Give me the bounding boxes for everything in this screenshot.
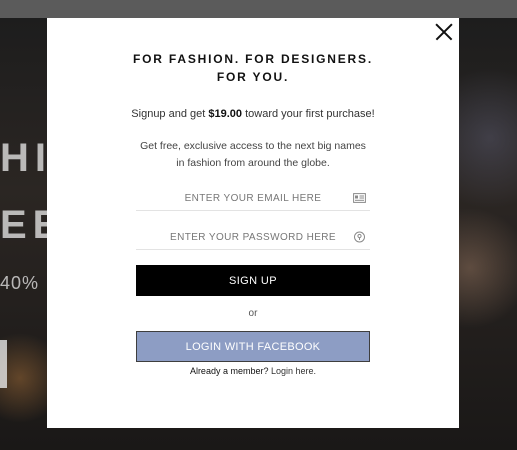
close-icon[interactable] xyxy=(434,22,454,42)
background-hero-text-1: HI xyxy=(0,136,52,180)
email-field[interactable] xyxy=(136,186,370,210)
background-button xyxy=(0,340,7,388)
sign-up-button[interactable]: SIGN UP xyxy=(136,265,370,296)
member-login-prompt: Already a member? Login here. xyxy=(47,366,459,376)
member-prompt-text: Already a member? xyxy=(189,366,269,376)
promo-text: Signup and get $19.00 toward your first … xyxy=(47,108,459,120)
password-field[interactable] xyxy=(136,225,370,249)
background-top-bar xyxy=(0,0,517,18)
password-field-wrapper xyxy=(136,225,370,250)
login-with-facebook-button[interactable]: LOGIN WITH FACEBOOK xyxy=(136,331,370,362)
modal-description: Get free, exclusive access to the next b… xyxy=(140,140,366,169)
headline-line-1: FOR FASHION. FOR DESIGNERS. xyxy=(133,52,373,66)
email-field-wrapper xyxy=(136,186,370,211)
login-here-link[interactable]: Login here. xyxy=(271,366,316,376)
or-separator: or xyxy=(248,308,258,319)
promo-prefix: Signup and get xyxy=(131,108,209,120)
headline-line-2: FOR YOU. xyxy=(216,70,290,84)
signup-modal: FOR FASHION. FOR DESIGNERS. FOR YOU. Sig… xyxy=(47,18,459,428)
background-hero-discount: 40% xyxy=(0,273,40,293)
promo-suffix: toward your first purchase! xyxy=(242,108,375,120)
modal-headline: FOR FASHION. FOR DESIGNERS. FOR YOU. xyxy=(47,50,459,86)
id-card-icon xyxy=(353,193,366,203)
promo-amount: $19.00 xyxy=(208,108,243,120)
key-icon xyxy=(354,231,365,243)
